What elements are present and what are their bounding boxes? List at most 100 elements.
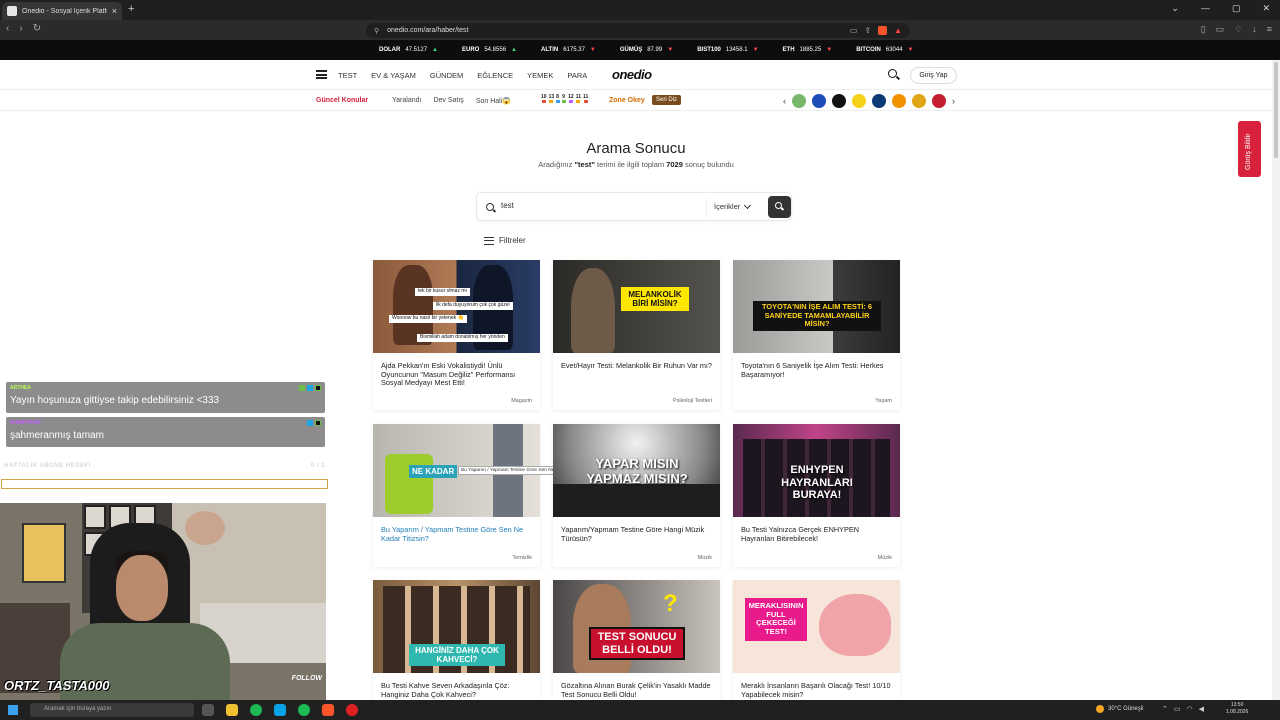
brand-logo-icon[interactable]	[832, 94, 846, 108]
back-icon[interactable]: ‹	[6, 23, 9, 34]
nav-item-para[interactable]: PARA	[567, 71, 587, 80]
result-card[interactable]: ? TEST SONUCU BELLİ OLDU! Gözaltına Alın…	[553, 580, 720, 700]
nav-item-gundem[interactable]: GÜNDEM	[430, 71, 463, 80]
card-category[interactable]: Psikoloji Testleri	[673, 398, 712, 404]
ticker-item[interactable]: EURO 54.8556 ▲	[462, 47, 517, 53]
trending-link[interactable]: Dev Satış	[433, 97, 463, 105]
card-title[interactable]: Evet/Hayır Testi: Melankolik Bir Ruhun V…	[561, 361, 713, 371]
card-title[interactable]: Bu Yaparım / Yapmam Testine Göre Sen Ne …	[381, 525, 533, 543]
spotify-icon[interactable]	[250, 704, 262, 716]
nav-item-test[interactable]: TEST	[338, 71, 357, 80]
file-explorer-icon[interactable]	[226, 704, 238, 716]
weather-widget[interactable]: 30°C Güneşli	[1096, 705, 1143, 713]
result-card[interactable]: YAPAR MISIN YAPMAZ MISIN? Yaparım/Yapmam…	[553, 424, 720, 567]
task-view-icon[interactable]	[202, 704, 214, 716]
result-card[interactable]: MELANKOLİK BİRİ MİSİN? Evet/Hayır Testi:…	[553, 260, 720, 410]
brand-logo-icon[interactable]	[852, 94, 866, 108]
card-title[interactable]: Yaparım/Yapmam Testine Göre Hangi Müzik …	[561, 525, 713, 543]
battery-icon[interactable]: ▭	[1174, 705, 1181, 713]
trending-link[interactable]: Son Hali😱	[476, 97, 511, 105]
reload-icon[interactable]: ↻	[33, 23, 41, 34]
brand-logo-icon[interactable]	[912, 94, 926, 108]
app-icon[interactable]	[298, 704, 310, 716]
brand-logo-icon[interactable]	[892, 94, 906, 108]
maximize-icon[interactable]: ▢	[1232, 3, 1241, 14]
result-card[interactable]: MERAKLISININ FULL ÇEKECEĞİ TEST! Meraklı…	[733, 580, 900, 700]
minimize-icon[interactable]: —	[1201, 3, 1210, 14]
chevron-left-icon[interactable]: ‹	[783, 96, 786, 106]
chevron-right-icon[interactable]: ›	[952, 96, 955, 106]
card-category[interactable]: Temizlik	[512, 555, 532, 561]
share-icon[interactable]: ⇪	[864, 26, 871, 35]
brand-logo-icon[interactable]	[932, 94, 946, 108]
start-icon[interactable]	[8, 705, 18, 715]
chevron-down-icon[interactable]: ⌄	[1171, 3, 1179, 14]
card-title[interactable]: Meraklı İnsanların Başarılı Olacağı Test…	[741, 681, 893, 699]
obs-icon[interactable]	[346, 704, 358, 716]
result-card[interactable]: ENHYPEN HAYRANLARI BURAYA! Bu Testi Yaln…	[733, 424, 900, 567]
network-icon[interactable]: ◠	[1187, 705, 1193, 713]
feedback-tab[interactable]: Görüş Bildir	[1238, 121, 1261, 177]
content-type-select[interactable]: İçerikler	[714, 201, 752, 211]
search-button[interactable]	[768, 196, 791, 218]
card-category[interactable]: Yaşam	[875, 398, 892, 404]
nav-item-yemek[interactable]: YEMEK	[527, 71, 553, 80]
browser-tab[interactable]: Onedio - Sosyal İçerik Platformu ×	[2, 2, 122, 20]
card-category[interactable]: Müzik	[698, 555, 712, 561]
scrollbar-thumb[interactable]	[1274, 62, 1278, 158]
lotto-numbers[interactable]: 10 13 8 9 12 11 11	[541, 94, 588, 103]
card-title[interactable]: Gözaltına Alınan Burak Çelik'in Yasaklı …	[561, 681, 713, 699]
ticker-item[interactable]: ALTIN 6175.37 ▼	[541, 47, 596, 53]
sidebar-icon[interactable]: ▯	[1201, 24, 1206, 35]
close-window-icon[interactable]: ✕	[1262, 3, 1270, 14]
trending-link[interactable]: Yaralandı	[392, 97, 421, 105]
close-tab-icon[interactable]: ×	[112, 6, 117, 16]
chevron-up-icon[interactable]: ⌃	[1162, 705, 1168, 713]
result-card[interactable]: NE KADAR Bu Yaparım / Yapmam Testine Gör…	[373, 424, 540, 567]
result-card[interactable]: HANGİNİZ DAHA ÇOK KAHVECİ? Bu Testi Kahv…	[373, 580, 540, 700]
card-title[interactable]: Toyota'nın 6 Saniyelik İşe Alım Testi: H…	[741, 361, 893, 379]
zone-okey-link[interactable]: Zone Okey	[609, 97, 645, 104]
taskbar-search[interactable]: Aramak için buraya yazın	[30, 703, 194, 717]
rewards-icon[interactable]: ▲	[894, 26, 902, 35]
site-info-icon[interactable]: ⚲	[374, 27, 379, 35]
volume-icon[interactable]: ◀	[1199, 705, 1204, 713]
card-category[interactable]: Magazin	[511, 398, 532, 404]
ticker-item[interactable]: BITCOIN 63044 ▼	[856, 47, 913, 53]
page-scrollbar[interactable]	[1272, 60, 1280, 700]
card-category[interactable]: Müzik	[878, 555, 892, 561]
brand-logo-icon[interactable]	[792, 94, 806, 108]
search-input[interactable]	[501, 201, 701, 210]
seri-diz-link[interactable]: Seri Diz	[652, 95, 682, 105]
forward-icon[interactable]: ›	[19, 23, 22, 34]
extensions-icon[interactable]: ♢	[1234, 24, 1242, 35]
download-icon[interactable]: ↓	[1252, 24, 1257, 35]
brave-icon[interactable]	[322, 704, 334, 716]
result-card[interactable]: tek bir kusur olmaz mı ilk defa duyuyoru…	[373, 260, 540, 410]
edge-icon[interactable]	[274, 704, 286, 716]
ticker-item[interactable]: GÜMÜŞ 87.99 ▼	[620, 47, 673, 53]
menu-icon[interactable]: ≡	[1267, 24, 1272, 35]
nav-item-eglence[interactable]: EĞLENCE	[477, 71, 513, 80]
ticker-item[interactable]: BIST100 13458.1 ▼	[697, 47, 758, 53]
login-button[interactable]: Giriş Yap	[910, 67, 957, 84]
brave-shield-icon[interactable]	[878, 26, 888, 35]
card-title[interactable]: Ajda Pekkan'ın Eski Vokalistiydi! Ünlü O…	[381, 361, 533, 388]
cast-icon[interactable]: ▭	[850, 26, 858, 35]
new-tab-icon[interactable]: +	[128, 3, 134, 15]
card-title[interactable]: Bu Testi Yalnızca Gerçek ENHYPEN Hayranl…	[741, 525, 893, 543]
clock[interactable]: 13:50 1.08.2026	[1226, 702, 1248, 716]
nav-item-ev-yasam[interactable]: EV & YAŞAM	[371, 71, 416, 80]
card-title[interactable]: Bu Testi Kahve Seven Arkadaşınla Çöz: Ha…	[381, 681, 533, 699]
result-card[interactable]: TOYOTA'NIN İŞE ALIM TESTİ: 6 SANİYEDE TA…	[733, 260, 900, 410]
ticker-item[interactable]: DOLAR 47.5127 ▲	[379, 47, 438, 53]
brand-logo-icon[interactable]	[812, 94, 826, 108]
hamburger-menu-icon[interactable]	[316, 70, 327, 79]
address-bar[interactable]: ⚲ onedio.com/ara/haber/test ▭ ⇪ ▲	[366, 23, 910, 38]
ticker-item[interactable]: ETH 1885.25 ▼	[783, 47, 833, 53]
wallet-icon[interactable]: ▭	[1216, 24, 1225, 35]
search-icon[interactable]	[888, 69, 897, 78]
filters-button[interactable]: Filtreler	[484, 236, 526, 245]
site-logo[interactable]: onedio	[612, 67, 652, 82]
brand-logo-icon[interactable]	[872, 94, 886, 108]
